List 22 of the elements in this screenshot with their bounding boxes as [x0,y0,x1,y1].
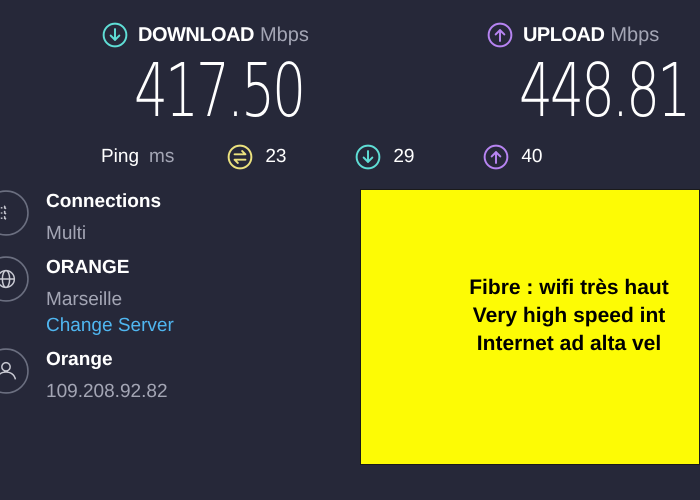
ping-value: 29 [393,144,414,169]
speed-value: 448.81 [518,54,688,128]
detail-subtitle: Marseille [46,288,124,312]
speed-unit: Mbps [260,23,309,48]
caption-line: Very high speed int [472,303,666,329]
jitter-icon [227,144,254,170]
detail-subtitle: Multi [46,222,88,246]
caption-line: Internet ad alta vel [476,331,662,357]
ping-unit: ms [149,144,174,169]
ping-value: 23 [265,144,286,169]
caption-line: Fibre : wifi très haut [469,275,669,301]
speed-label: DOWNLOAD [138,23,254,48]
detail-title: Orange [46,348,114,372]
speed-label: UPLOAD [522,23,604,48]
change-server-link[interactable]: Change Server [46,314,174,338]
ping-value: 40 [521,144,542,169]
detail-subtitle: 109.208.92.82 [46,380,168,404]
detail-title: Connections [46,190,162,214]
speed-unit: Mbps [610,23,660,48]
detail-title: ORANGE [46,256,130,280]
ping-label: Ping [101,144,140,169]
speed-value: 417.50 [134,54,304,128]
